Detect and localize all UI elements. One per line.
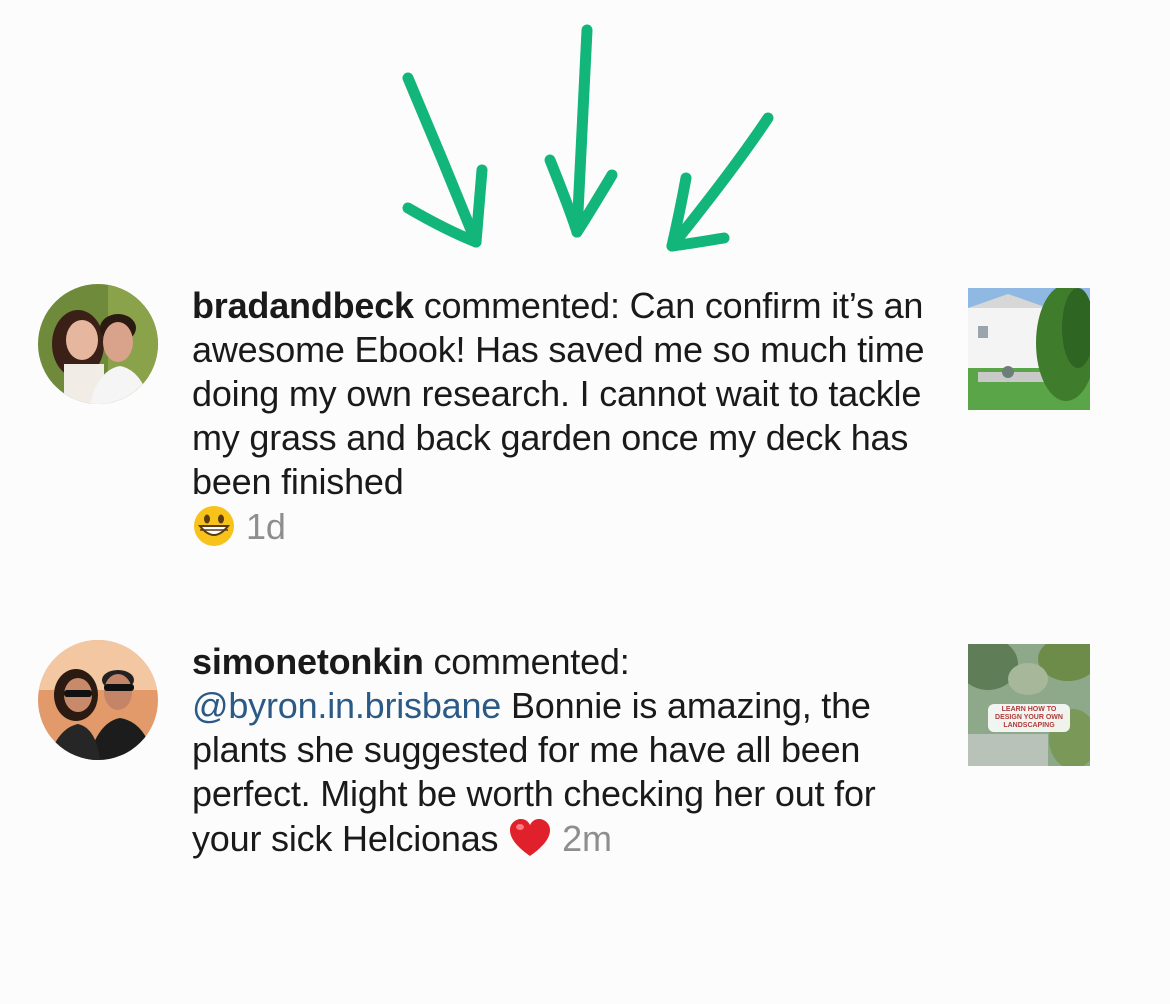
arrow-right-icon: [666, 112, 774, 252]
arrow-center-icon: [544, 24, 618, 238]
username[interactable]: bradandbeck: [192, 285, 414, 326]
green-arrows-annotation: [0, 0, 1170, 270]
post-thumbnail[interactable]: LEARN HOW TO DESIGN YOUR OWN LANDSCAPING: [968, 644, 1090, 766]
mention-link[interactable]: @byron.in.brisbane: [192, 685, 501, 726]
red-heart-emoji-icon: [510, 819, 551, 856]
grinning-face-emoji-icon: [194, 506, 234, 546]
comment-text: simonetonkin commented: @byron.in.brisba…: [192, 640, 932, 861]
comment-action: commented:: [433, 641, 630, 682]
avatar[interactable]: [38, 284, 158, 404]
comment-action: commented:: [423, 285, 620, 326]
comment-text: bradandbeck commented: Can confirm it’s …: [192, 284, 932, 549]
post-thumbnail[interactable]: [968, 288, 1090, 410]
timestamp: 1d: [246, 506, 286, 547]
avatar[interactable]: [38, 640, 158, 760]
arrow-left-icon: [402, 72, 488, 248]
timestamp: 2m: [562, 818, 612, 859]
thumbnail-caption: LEARN HOW TO DESIGN YOUR OWN LANDSCAPING: [988, 704, 1070, 732]
username[interactable]: simonetonkin: [192, 641, 424, 682]
